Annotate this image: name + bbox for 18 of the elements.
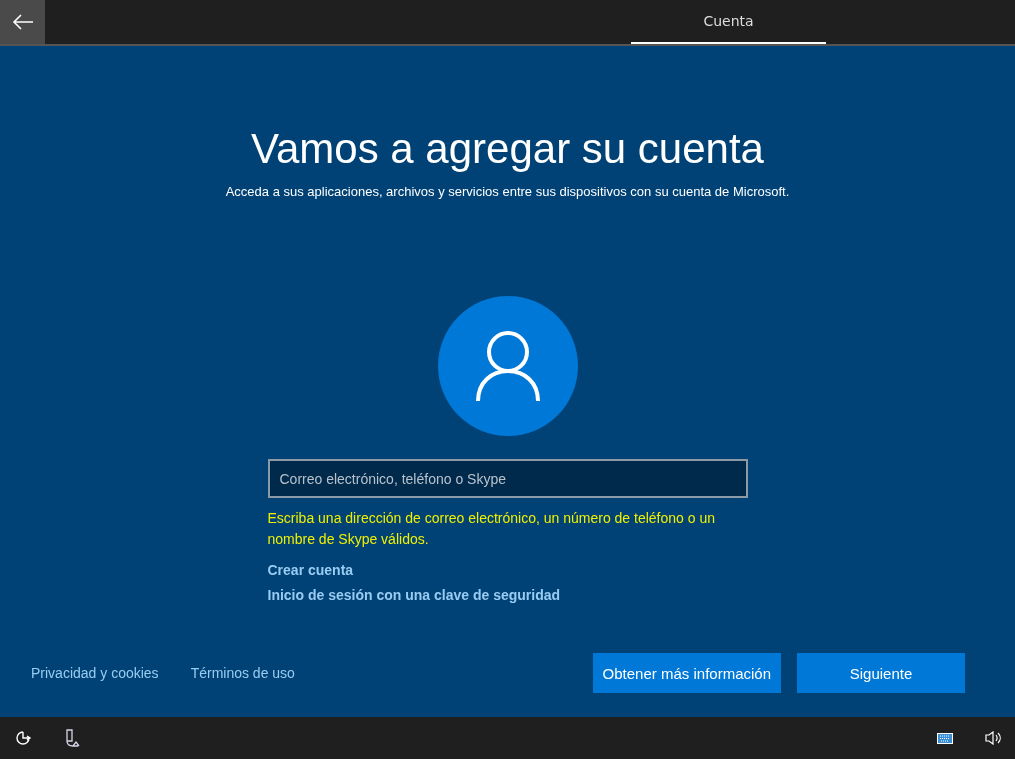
person-silhouette-icon [475, 330, 540, 402]
tab[interactable]: Cuenta [631, 0, 826, 44]
back-button[interactable] [0, 0, 45, 44]
account-input-field[interactable]: Correo electrónico, teléfono o Skype [267, 459, 748, 498]
page-subheading: Acceda a sus aplicaciones, archivos y servicios entre sus dispositivos con su cuenta de Microsoft. [225, 184, 790, 199]
page-heading: Vamos a agregar su cuenta [251, 124, 764, 174]
link[interactable]: Crear cuenta [267, 562, 354, 578]
link[interactable]: Inicio de sesión con una clave de seguridad [267, 587, 561, 603]
microphone-icon[interactable] [64, 729, 80, 747]
action-button[interactable]: Obtener más información [592, 653, 781, 693]
footer-link[interactable]: Privacidad y cookies [31, 665, 159, 681]
keyboard-icon[interactable] [937, 732, 953, 744]
back-arrow-icon [11, 14, 34, 30]
error-message: Escriba una dirección de correo electrónico, un número de teléfono o un nombre de Skype válidos. [267, 509, 716, 549]
footer-link[interactable]: Términos de uso [190, 665, 295, 681]
action-button[interactable]: Siguiente [797, 653, 965, 693]
speaker-icon[interactable] [985, 731, 1001, 745]
ease-of-access-icon[interactable] [14, 729, 32, 747]
